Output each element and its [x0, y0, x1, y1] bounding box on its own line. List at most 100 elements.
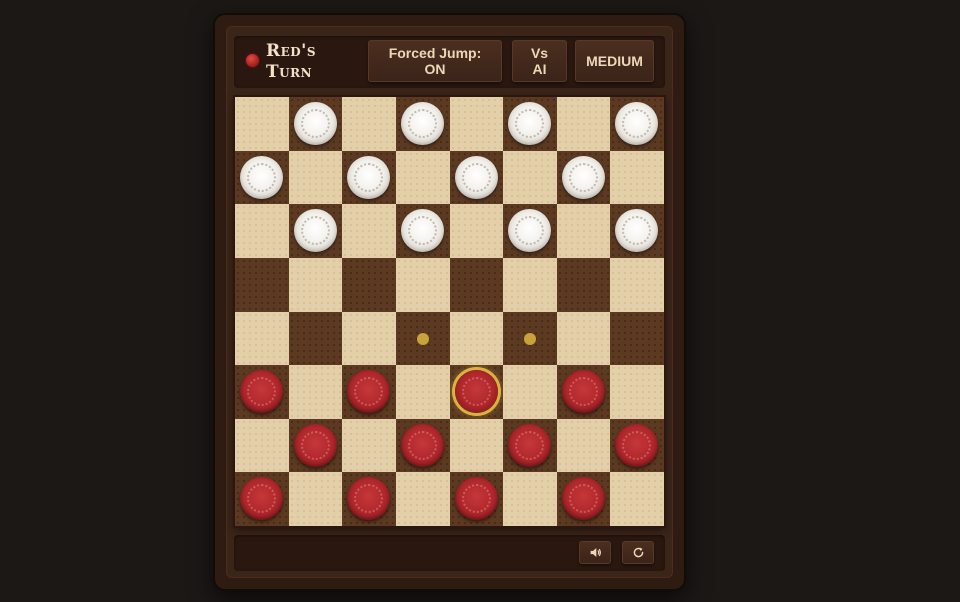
- board-square: [395, 472, 450, 526]
- footer-bar: [234, 535, 665, 571]
- red-piece[interactable]: [240, 370, 283, 414]
- board-square[interactable]: [342, 257, 396, 312]
- board-square[interactable]: [449, 472, 504, 526]
- board-square[interactable]: [610, 311, 664, 366]
- board-square[interactable]: [235, 257, 289, 312]
- speaker-icon: [590, 548, 601, 557]
- checkers-board: [235, 97, 664, 526]
- board-square[interactable]: [342, 150, 396, 205]
- board-square[interactable]: [610, 97, 664, 151]
- white-piece[interactable]: [561, 155, 605, 199]
- board-square[interactable]: [556, 472, 611, 526]
- white-piece[interactable]: [240, 155, 283, 199]
- move-hint-dot[interactable]: [524, 332, 537, 345]
- board-square: [342, 97, 396, 151]
- board-square: [288, 472, 343, 526]
- board-square: [449, 97, 504, 151]
- board-square[interactable]: [235, 150, 289, 205]
- board-square[interactable]: [503, 97, 557, 151]
- board-square[interactable]: [503, 204, 557, 258]
- board-square[interactable]: [395, 418, 450, 473]
- red-piece[interactable]: [454, 477, 498, 521]
- board-square[interactable]: [235, 365, 289, 419]
- board-square[interactable]: [288, 311, 343, 366]
- board-square: [288, 365, 343, 419]
- red-piece[interactable]: [400, 423, 444, 467]
- white-piece[interactable]: [293, 209, 337, 253]
- board-square: [610, 257, 664, 312]
- board-square[interactable]: [342, 365, 396, 419]
- board-square: [395, 150, 450, 205]
- board-square: [556, 311, 611, 366]
- board-square[interactable]: [449, 365, 504, 419]
- white-piece[interactable]: [400, 102, 444, 145]
- board-square: [235, 418, 289, 473]
- white-piece[interactable]: [508, 102, 552, 145]
- forced-jump-value: ON: [424, 61, 446, 77]
- white-piece[interactable]: [615, 102, 659, 145]
- board-square: [342, 418, 396, 473]
- board-square[interactable]: [288, 418, 343, 473]
- selected-red-piece[interactable]: [454, 370, 498, 414]
- board-square: [449, 311, 504, 366]
- board-square: [610, 365, 664, 419]
- red-piece[interactable]: [293, 423, 337, 467]
- board-square[interactable]: [556, 365, 611, 419]
- red-piece[interactable]: [508, 423, 552, 467]
- board-square: [503, 257, 557, 312]
- board-square: [395, 257, 450, 312]
- board-square[interactable]: [503, 311, 557, 366]
- board-square: [556, 97, 611, 151]
- move-hint-dot[interactable]: [416, 332, 429, 345]
- board-square: [395, 365, 450, 419]
- board-square[interactable]: [288, 97, 343, 151]
- white-piece[interactable]: [293, 102, 337, 145]
- board-square[interactable]: [449, 150, 504, 205]
- board-square[interactable]: [395, 204, 450, 258]
- white-piece[interactable]: [454, 155, 498, 199]
- white-piece[interactable]: [400, 209, 444, 253]
- forced-jump-label: Forced Jump:: [388, 45, 482, 61]
- forced-jump-toggle-button[interactable]: Forced Jump: ON: [368, 40, 502, 82]
- board-square[interactable]: [288, 204, 343, 258]
- red-piece[interactable]: [347, 477, 391, 521]
- board-square[interactable]: [556, 257, 611, 312]
- red-piece[interactable]: [615, 423, 659, 467]
- turn-indicator-dot: [246, 54, 259, 67]
- board-square: [610, 150, 664, 205]
- header-bar: Red's Turn Forced Jump: ON Vs AI MEDIUM: [234, 36, 665, 88]
- board-square[interactable]: [395, 311, 450, 366]
- board-square: [235, 204, 289, 258]
- red-piece[interactable]: [561, 477, 605, 521]
- red-piece[interactable]: [240, 477, 283, 521]
- turn-label: Red's Turn: [266, 41, 317, 82]
- board-square: [235, 311, 289, 366]
- board-square: [288, 150, 343, 205]
- board-square[interactable]: [395, 97, 450, 151]
- board-square[interactable]: [342, 472, 396, 526]
- board-square: [610, 472, 664, 526]
- board-square[interactable]: [235, 472, 289, 526]
- board-square: [503, 365, 557, 419]
- board-square[interactable]: [449, 257, 504, 312]
- white-piece[interactable]: [347, 155, 391, 199]
- board-square[interactable]: [610, 204, 664, 258]
- board-square: [342, 311, 396, 366]
- sound-toggle-button[interactable]: [579, 541, 611, 564]
- board-square: [556, 418, 611, 473]
- board-square: [449, 418, 504, 473]
- game-mode-label-line1: Vs: [530, 45, 549, 61]
- red-piece[interactable]: [347, 370, 391, 414]
- board-square[interactable]: [556, 150, 611, 205]
- restart-icon: [633, 547, 643, 558]
- red-piece[interactable]: [561, 370, 605, 414]
- white-piece[interactable]: [508, 209, 552, 253]
- difficulty-button[interactable]: MEDIUM: [575, 40, 654, 82]
- white-piece[interactable]: [615, 209, 659, 253]
- board-square[interactable]: [610, 418, 664, 473]
- restart-button[interactable]: [622, 541, 654, 564]
- board-square: [342, 204, 396, 258]
- game-mode-label-line2: AI: [532, 61, 547, 77]
- board-square[interactable]: [503, 418, 557, 473]
- game-mode-button[interactable]: Vs AI: [512, 40, 567, 82]
